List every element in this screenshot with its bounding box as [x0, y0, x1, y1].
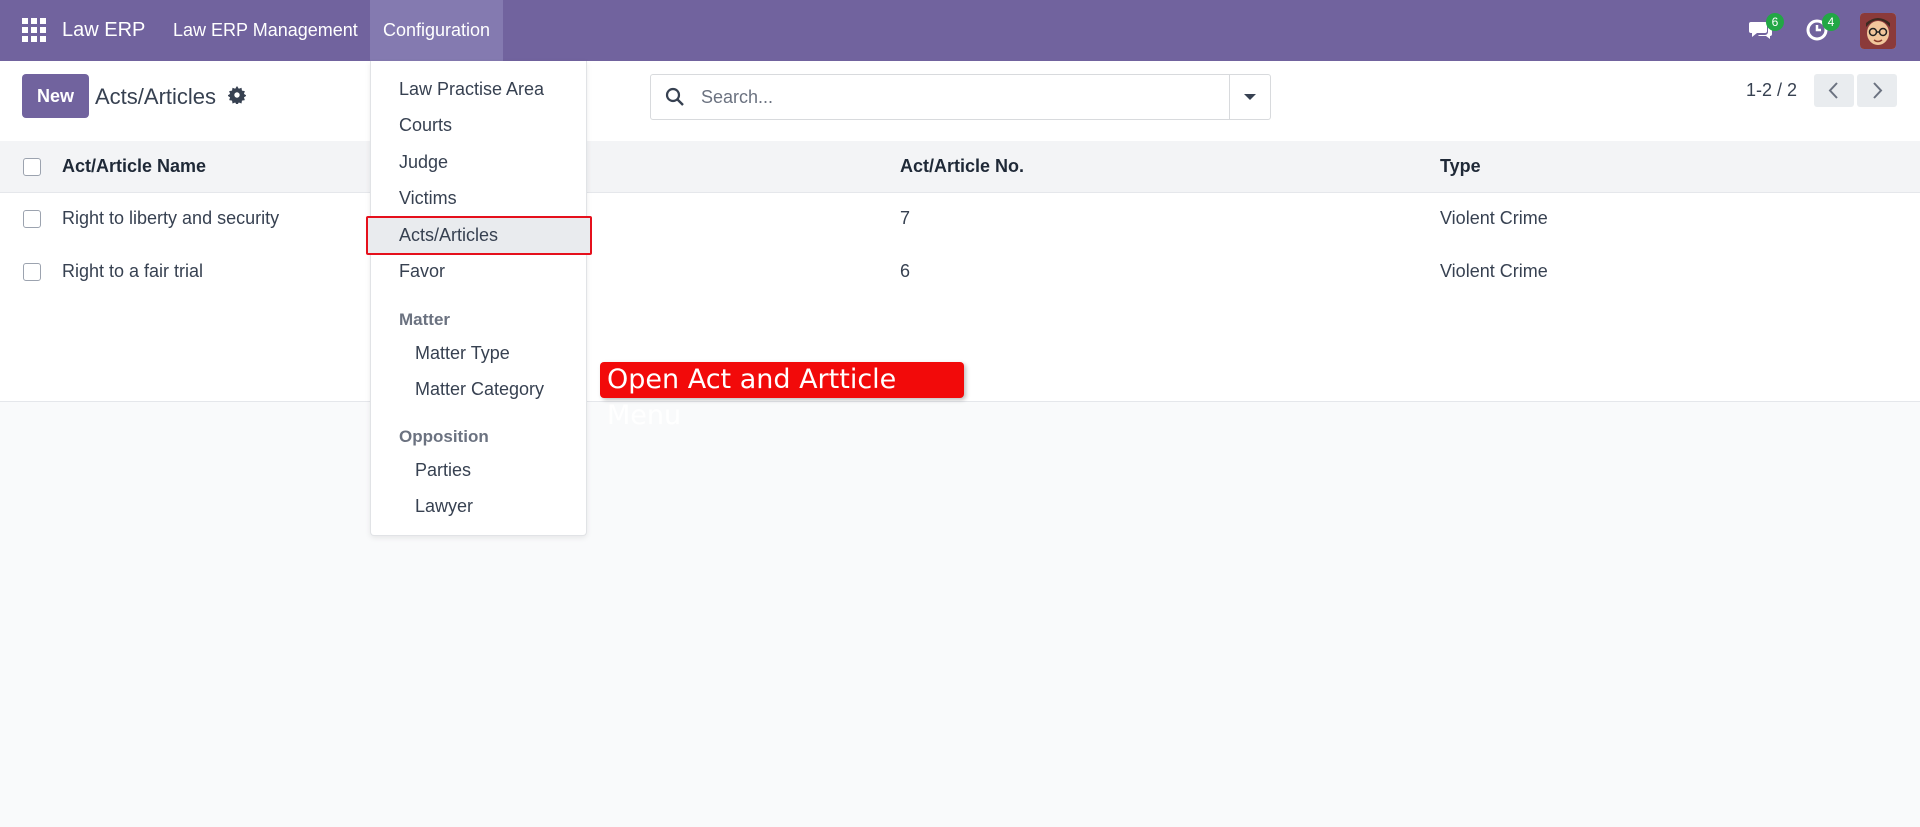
cell-type: Violent Crime — [1440, 208, 1548, 228]
search-input[interactable] — [699, 81, 1173, 113]
table-row[interactable]: Right to a fair trial 6 Violent Crime — [0, 246, 1920, 300]
new-button[interactable]: New — [22, 74, 89, 118]
menu-item-lawyer[interactable]: Lawyer — [415, 496, 473, 517]
pager-next-button[interactable] — [1857, 74, 1897, 107]
menu-section-opposition: Opposition — [399, 427, 489, 446]
app-brand[interactable]: Law ERP — [62, 0, 145, 61]
menu-item-judge[interactable]: Judge — [399, 152, 448, 173]
cell-type: Violent Crime — [1440, 261, 1548, 281]
avatar-face-icon — [1860, 13, 1896, 49]
menu-item-matter-type[interactable]: Matter Type — [415, 343, 510, 364]
row-checkbox[interactable] — [23, 263, 41, 281]
menu-item-favor[interactable]: Favor — [399, 261, 445, 282]
search-options-toggle[interactable] — [1229, 75, 1270, 119]
search-icon — [665, 87, 684, 106]
search-bar — [650, 74, 1271, 120]
menu-item-courts[interactable]: Courts — [399, 115, 452, 136]
gear-icon[interactable] — [228, 86, 246, 104]
column-header-number[interactable]: Act/Article No. — [900, 156, 1024, 177]
cell-number: 7 — [900, 208, 911, 228]
cell-name: Right to a fair trial — [62, 261, 204, 281]
messages-button[interactable]: 6 — [1748, 13, 1784, 48]
menu-section-matter: Matter — [399, 310, 451, 329]
menu-item-matter-category[interactable]: Matter Category — [415, 379, 544, 400]
page-title: Acts/Articles — [95, 84, 217, 109]
menu-item-parties[interactable]: Parties — [415, 460, 471, 481]
menu-item-law-practise-area[interactable]: Law Practise Area — [399, 79, 544, 100]
menu-item-victims[interactable]: Victims — [399, 188, 457, 209]
pager-previous-button[interactable] — [1814, 74, 1854, 107]
menu-law-erp-management[interactable]: Law ERP Management — [160, 0, 371, 61]
activities-badge: 4 — [1822, 13, 1840, 31]
user-avatar[interactable] — [1860, 13, 1896, 49]
menu-configuration[interactable]: Configuration — [370, 0, 504, 61]
configuration-dropdown: Law Practise Area Courts Judge Victims A… — [366, 61, 592, 536]
column-header-type[interactable]: Type — [1440, 156, 1481, 177]
select-all-checkbox[interactable] — [23, 158, 41, 176]
apps-grid-icon[interactable] — [22, 18, 46, 42]
chevron-right-icon — [1873, 82, 1883, 99]
annotation-callout: Open Act and Artticle Menu — [600, 362, 964, 431]
column-header-name[interactable]: Act/Article Name — [62, 156, 206, 177]
table-row[interactable]: Right to liberty and security 7 Violent … — [0, 193, 1920, 247]
chevron-left-icon — [1828, 82, 1838, 99]
menu-item-acts-articles[interactable]: Acts/Articles — [399, 225, 498, 246]
row-checkbox[interactable] — [23, 210, 41, 228]
cell-name: Right to liberty and security — [62, 208, 280, 228]
cell-number: 6 — [900, 261, 911, 281]
caret-down-icon — [1244, 94, 1256, 100]
activities-button[interactable]: 4 — [1805, 13, 1840, 48]
empty-row — [0, 299, 1920, 351]
messages-badge: 6 — [1766, 13, 1784, 31]
table-header: Act/Article Name Act/Article No. Type — [0, 141, 1920, 193]
top-navbar: Law ERP Law ERP Management Configuration… — [0, 0, 1920, 61]
pager-value[interactable]: 1-2 / 2 — [1746, 80, 1797, 101]
